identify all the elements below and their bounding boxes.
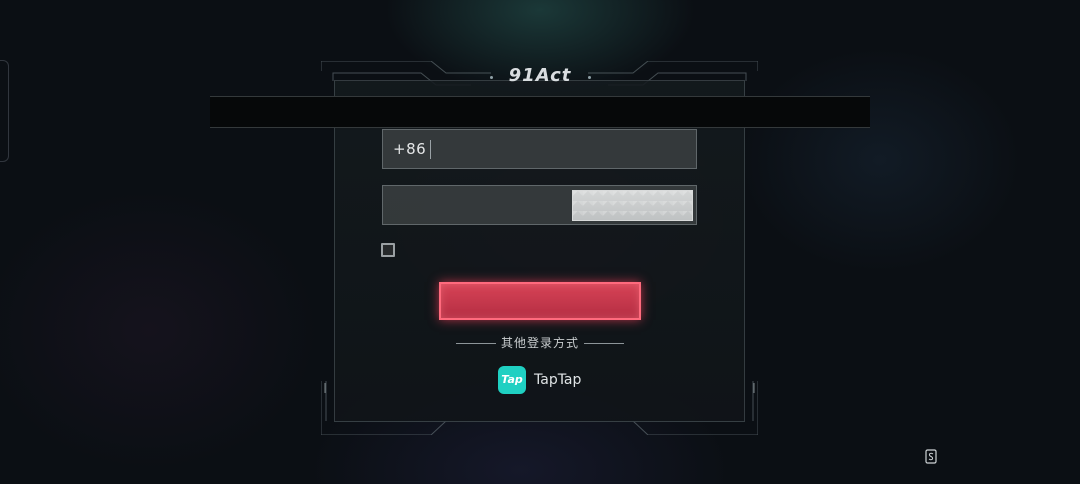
- taptap-login-button[interactable]: Tap TapTap: [498, 366, 618, 394]
- other-login-divider: 其他登录方式: [456, 334, 624, 352]
- header-banner: [210, 96, 870, 128]
- phone-input[interactable]: [439, 130, 693, 170]
- side-tab-handle[interactable]: [0, 60, 9, 162]
- taptap-icon: Tap: [498, 366, 526, 394]
- other-login-label: 其他登录方式: [500, 336, 579, 350]
- verification-code-field[interactable]: [382, 185, 697, 226]
- app-logo: 91Act: [508, 65, 572, 86]
- prefix-divider: [430, 140, 431, 159]
- country-code-prefix[interactable]: +86: [393, 130, 426, 168]
- get-code-button[interactable]: [572, 190, 693, 221]
- divider-line-right: [584, 343, 624, 344]
- divider-line-left: [456, 343, 496, 344]
- phone-switch-icon[interactable]: [925, 449, 937, 464]
- agreement-checkbox[interactable]: [381, 243, 395, 257]
- verification-code-input[interactable]: [393, 186, 567, 226]
- login-button[interactable]: [439, 282, 641, 320]
- login-screen: 91Act +86 其他登录方式 Tap TapTap: [0, 0, 1080, 484]
- phone-field[interactable]: +86: [382, 129, 697, 170]
- logo-dot-right: [588, 76, 591, 79]
- taptap-label: TapTap: [534, 372, 582, 388]
- logo-dot-left: [490, 76, 493, 79]
